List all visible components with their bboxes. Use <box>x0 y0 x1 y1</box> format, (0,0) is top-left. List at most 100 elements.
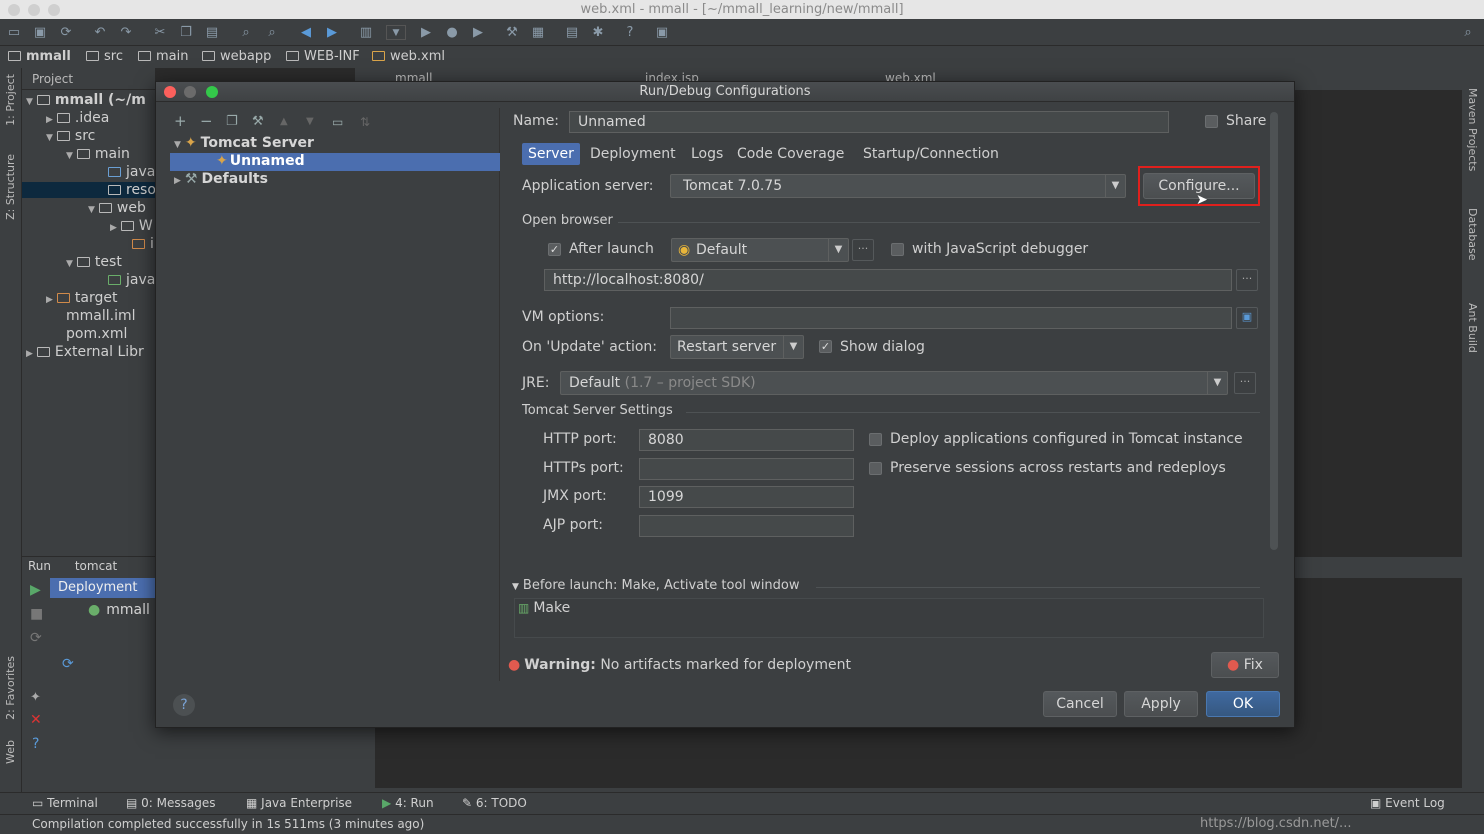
tab-java-enterprise[interactable]: ▦ Java Enterprise <box>246 796 352 810</box>
vm-options-field[interactable] <box>670 307 1232 329</box>
pin-icon[interactable]: ✦ <box>30 690 41 705</box>
debug-icon[interactable]: ● <box>444 25 460 40</box>
help-button[interactable]: ? <box>173 694 195 716</box>
dialog-zoom-icon[interactable] <box>206 86 218 98</box>
make-task[interactable]: ▥ Make <box>518 600 570 616</box>
favorites-tool-button[interactable]: 2: Favorites <box>4 656 17 720</box>
android-icon[interactable]: ✱ <box>590 25 606 40</box>
tab-startup-connection[interactable]: Startup/Connection <box>863 143 999 165</box>
project-tool-button[interactable]: 1: Project <box>4 74 17 126</box>
deploy-apps-checkbox[interactable] <box>869 433 882 446</box>
forward-icon[interactable]: ▶ <box>324 25 340 40</box>
redo-icon[interactable]: ↷ <box>118 25 134 40</box>
after-launch-checkbox[interactable]: ✓ <box>548 243 561 256</box>
breadcrumb-item[interactable]: mmall <box>8 49 71 64</box>
dialog-close-icon[interactable] <box>164 86 176 98</box>
name-field[interactable]: Unnamed <box>569 111 1169 133</box>
url-more-button[interactable]: ··· <box>1236 269 1258 291</box>
tree-item[interactable]: ▶ target <box>46 290 118 306</box>
run-icon[interactable]: ▶ <box>418 25 434 40</box>
help-icon[interactable]: ? <box>622 25 638 40</box>
scrollbar[interactable] <box>1270 112 1278 550</box>
tree-item[interactable]: ▶ External Libr <box>26 344 144 360</box>
tree-item-selected[interactable]: reso <box>22 182 156 198</box>
tree-item[interactable]: java <box>108 164 155 180</box>
breadcrumb-item[interactable]: src <box>86 49 123 64</box>
rerun-icon[interactable]: ⟳ <box>30 630 42 646</box>
tree-item[interactable]: mmall.iml <box>66 308 136 324</box>
remove-config-icon[interactable]: − <box>200 112 213 130</box>
breadcrumb-item[interactable]: main <box>138 49 188 64</box>
breadcrumb-item[interactable]: web.xml <box>372 49 445 64</box>
http-port-field[interactable]: 8080 <box>639 429 854 451</box>
fix-button[interactable]: ● Fix <box>1211 652 1279 678</box>
find-icon[interactable]: ⌕ <box>238 25 254 40</box>
project-structure-icon[interactable]: ▦ <box>530 25 546 40</box>
tab-messages[interactable]: ▤ 0: Messages <box>126 796 216 810</box>
add-config-icon[interactable]: + <box>174 112 187 130</box>
edit-defaults-icon[interactable]: ⚒ <box>252 114 264 129</box>
https-port-field[interactable] <box>639 458 854 480</box>
stop-icon[interactable]: ■ <box>30 606 43 622</box>
tree-item[interactable]: ▼ mmall (~/m <box>26 92 146 108</box>
cut-icon[interactable]: ✂ <box>152 25 168 40</box>
undo-icon[interactable]: ↶ <box>92 25 108 40</box>
ajp-port-field[interactable] <box>639 515 854 537</box>
close-window-icon[interactable] <box>8 4 20 16</box>
copy-icon[interactable]: ❐ <box>178 25 194 40</box>
move-down-icon[interactable]: ▼ <box>306 116 314 127</box>
tab-todo[interactable]: ✎ 6: TODO <box>462 796 527 810</box>
sdk-icon[interactable]: ▤ <box>564 25 580 40</box>
minimize-window-icon[interactable] <box>28 4 40 16</box>
tree-item[interactable]: ▼ src <box>46 128 95 144</box>
run-artifact[interactable]: ● mmall <box>88 602 150 618</box>
preserve-sessions-checkbox[interactable] <box>869 462 882 475</box>
tab-logs[interactable]: Logs <box>691 143 723 165</box>
run-config-dropdown[interactable]: ▼ <box>386 25 406 40</box>
build-icon[interactable]: ▥ <box>358 25 374 40</box>
tab-deployment[interactable]: Deployment <box>590 143 676 165</box>
database-tool-button[interactable]: Database <box>1466 208 1479 261</box>
web-tool-button[interactable]: Web <box>4 740 17 764</box>
plugin-icon[interactable]: ▣ <box>654 25 670 40</box>
js-debugger-checkbox[interactable] <box>891 243 904 256</box>
paste-icon[interactable]: ▤ <box>204 25 220 40</box>
settings-wrench-icon[interactable]: ⚒ <box>504 25 520 40</box>
breadcrumb-item[interactable]: WEB-INF <box>286 49 360 64</box>
copy-config-icon[interactable]: ❐ <box>226 114 238 129</box>
ant-build-tool-button[interactable]: Ant Build <box>1466 303 1479 353</box>
app-server-select[interactable]: Tomcat 7.0.75 ▼ <box>670 174 1126 198</box>
url-field[interactable]: http://localhost:8080/ <box>544 269 1232 291</box>
tree-item[interactable]: java <box>108 272 155 288</box>
update-action-select[interactable]: Restart server ▼ <box>670 335 804 359</box>
before-launch-toggle[interactable]: ▼ Before launch: Make, Activate tool wind… <box>512 578 800 593</box>
refresh-icon[interactable]: ⟳ <box>62 656 74 672</box>
tree-item[interactable]: ▶ W <box>110 218 153 234</box>
apply-button[interactable]: Apply <box>1124 691 1198 717</box>
browser-more-button[interactable]: ··· <box>852 239 874 261</box>
tab-terminal[interactable]: ▭ Terminal <box>32 796 98 810</box>
tree-item[interactable]: ▼ test <box>66 254 122 270</box>
jmx-port-field[interactable]: 1099 <box>639 486 854 508</box>
project-header-label[interactable]: Project <box>32 72 73 86</box>
tab-run[interactable]: ▶ 4: Run <box>382 796 434 810</box>
run-play-icon[interactable]: ▶ <box>30 582 41 598</box>
breadcrumb-item[interactable]: webapp <box>202 49 271 64</box>
coverage-icon[interactable]: ▶ <box>470 25 486 40</box>
sync-icon[interactable]: ⟳ <box>58 25 74 40</box>
zoom-window-icon[interactable] <box>48 4 60 16</box>
structure-tool-button[interactable]: Z: Structure <box>4 154 17 220</box>
tree-unnamed-config[interactable]: ✦ Unnamed <box>216 153 305 169</box>
save-icon[interactable]: ▣ <box>32 25 48 40</box>
tree-item[interactable]: pom.xml <box>66 326 127 342</box>
cancel-button[interactable]: Cancel <box>1043 691 1117 717</box>
tab-event-log[interactable]: ▣ Event Log <box>1370 796 1445 810</box>
close-run-icon[interactable]: ✕ <box>30 712 42 728</box>
maven-tool-button[interactable]: Maven Projects <box>1466 88 1479 171</box>
browser-select[interactable]: ◉ Default ▼ <box>671 238 849 262</box>
jre-more-button[interactable]: ··· <box>1234 372 1256 394</box>
tree-item[interactable]: ▼ main <box>66 146 130 162</box>
tree-item[interactable]: ▼ web <box>88 200 146 216</box>
share-checkbox[interactable] <box>1205 115 1218 128</box>
move-up-icon[interactable]: ▲ <box>280 116 288 127</box>
